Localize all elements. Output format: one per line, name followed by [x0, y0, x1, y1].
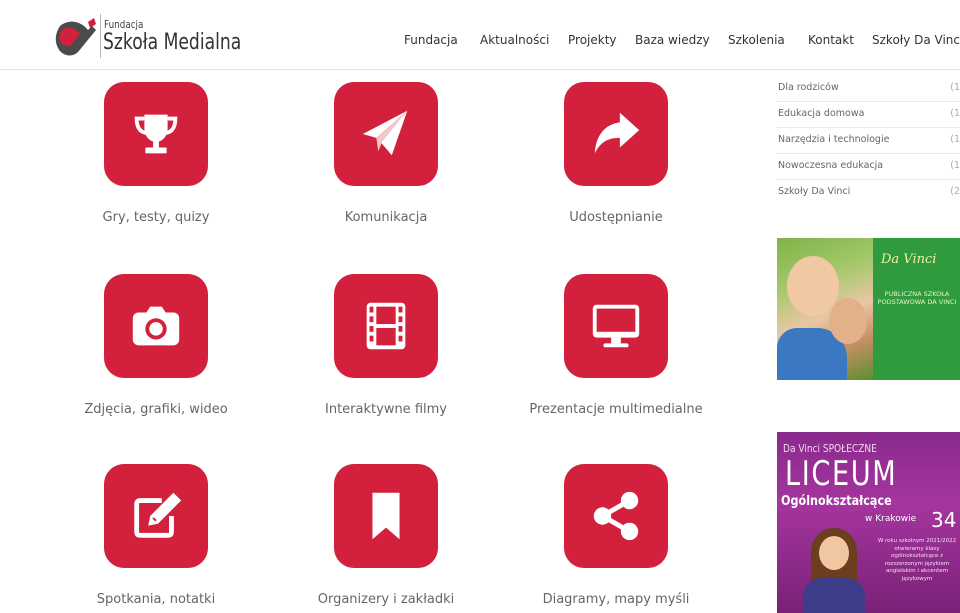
tile-label: Udostępnianie — [569, 210, 663, 225]
divider — [776, 101, 960, 102]
tile-icon-box — [564, 82, 668, 186]
photo-shape — [787, 256, 839, 316]
trophy-icon — [134, 114, 178, 154]
category-label: Szkoły Da Vinci — [778, 186, 851, 197]
banner-photo — [803, 528, 865, 613]
nav-item-szkoly-da-vinci[interactable]: Szkoły Da Vinci — [872, 33, 960, 47]
category-nowoczesna-edukacja[interactable]: Nowoczesna edukacja (1 — [778, 160, 960, 171]
tile-zdjecia-grafiki-wideo[interactable]: Zdjęcia, grafiki, wideo — [46, 274, 266, 444]
tile-organizery-i-zakladki[interactable]: Organizery i zakładki — [276, 464, 496, 613]
nav-item-kontakt[interactable]: Kontakt — [808, 33, 854, 47]
banner-photo — [777, 238, 873, 380]
paper-plane-icon — [362, 110, 408, 156]
category-label: Narzędzia i technologie — [778, 134, 890, 145]
tile-label: Organizery i zakładki — [317, 592, 455, 607]
tile-icon-box — [564, 464, 668, 568]
nav-item-aktualnosci[interactable]: Aktualności — [480, 33, 549, 47]
category-label: Edukacja domowa — [778, 108, 865, 119]
category-label: Dla rodziców — [778, 82, 839, 93]
tile-label: Interaktywne filmy — [325, 402, 447, 417]
tile-interaktywne-filmy[interactable]: Interaktywne filmy — [276, 274, 496, 444]
tile-icon-box — [334, 274, 438, 378]
banner-logo: Da Vinci — [881, 252, 937, 267]
tile-icon-box — [104, 82, 208, 186]
photo-shape — [803, 578, 865, 613]
film-icon — [366, 302, 406, 350]
category-count: (1 — [950, 108, 960, 119]
tile-komunikacja[interactable]: Komunikacja — [276, 82, 496, 252]
category-narzedzia-i-technologie[interactable]: Narzędzia i technologie (1 — [778, 134, 960, 145]
category-count: (1 — [950, 82, 960, 93]
tile-icon-box — [564, 274, 668, 378]
category-count: (1 — [950, 134, 960, 145]
monitor-icon — [592, 304, 640, 348]
category-label: Nowoczesna edukacja — [778, 160, 884, 171]
tile-prezentacje-multimedialne[interactable]: Prezentacje multimedialne — [506, 274, 726, 444]
tile-label: Prezentacje multimedialne — [529, 402, 703, 417]
banner-number: 34 — [931, 508, 957, 532]
tile-udostepnianie[interactable]: Udostępnianie — [506, 82, 726, 252]
category-dla-rodzicow[interactable]: Dla rodziców (1 — [778, 82, 960, 93]
category-edukacja-domowa[interactable]: Edukacja domowa (1 — [778, 108, 960, 119]
nav-item-baza-wiedzy[interactable]: Baza wiedzy — [635, 33, 710, 47]
sidebar: Dla rodziców (1 Edukacja domowa (1 Narzę… — [768, 70, 960, 613]
banner-subheadline: Ogólnokształcące — [781, 494, 892, 509]
tile-diagramy-mapy-mysli[interactable]: Diagramy, mapy myśli — [506, 464, 726, 613]
tile-label: Komunikacja — [344, 210, 428, 225]
tile-label: Diagramy, mapy myśli — [542, 592, 690, 607]
tools-grid: Gry, testy, quizy Komunikacja Udostępnia… — [0, 70, 740, 613]
photo-shape — [829, 298, 867, 344]
banner-liceum[interactable]: Da Vinci SPOŁECZNE LICEUM Ogólnokształcą… — [777, 432, 960, 613]
banner-szkola-podstawowa[interactable]: Da Vinci PUBLICZNA SZKOŁA PODSTAWOWA DA … — [777, 238, 960, 380]
banner-text: PUBLICZNA SZKOŁA PODSTAWOWA DA VINCI — [877, 290, 957, 306]
site-header: Fundacja Szkoła Medialna Fundacja Aktual… — [0, 0, 960, 70]
main-nav: Fundacja Aktualności Projekty Baza wiedz… — [0, 33, 960, 53]
tile-label: Spotkania, notatki — [96, 592, 216, 607]
camera-icon — [132, 306, 180, 346]
bookmark-icon — [372, 492, 400, 540]
category-count: (1 — [950, 160, 960, 171]
divider — [776, 179, 960, 180]
category-szkoly-da-vinci[interactable]: Szkoły Da Vinci (2 — [778, 186, 960, 197]
share-nodes-icon — [593, 491, 639, 541]
tile-icon-box — [104, 274, 208, 378]
tile-gry-testy-quizy[interactable]: Gry, testy, quizy — [46, 82, 266, 252]
edit-icon — [134, 492, 182, 538]
category-count: (2 — [950, 186, 960, 197]
nav-item-projekty[interactable]: Projekty — [568, 33, 617, 47]
photo-shape — [819, 536, 849, 570]
tile-icon-box — [334, 82, 438, 186]
tile-spotkania-notatki[interactable]: Spotkania, notatki — [46, 464, 266, 613]
divider — [776, 153, 960, 154]
banner-headline: LICEUM — [785, 454, 898, 494]
tile-icon-box — [334, 464, 438, 568]
nav-item-szkolenia[interactable]: Szkolenia — [728, 33, 785, 47]
banner-city: w Krakowie — [865, 514, 917, 524]
divider — [776, 127, 960, 128]
nav-item-fundacja[interactable]: Fundacja — [404, 33, 458, 47]
tile-label: Gry, testy, quizy — [102, 210, 210, 225]
share-arrow-icon — [594, 112, 640, 154]
banner-text: W roku szkolnym 2021/2022 otwieramy klas… — [877, 538, 957, 582]
tile-label: Zdjęcia, grafiki, wideo — [84, 402, 228, 417]
tile-icon-box — [104, 464, 208, 568]
